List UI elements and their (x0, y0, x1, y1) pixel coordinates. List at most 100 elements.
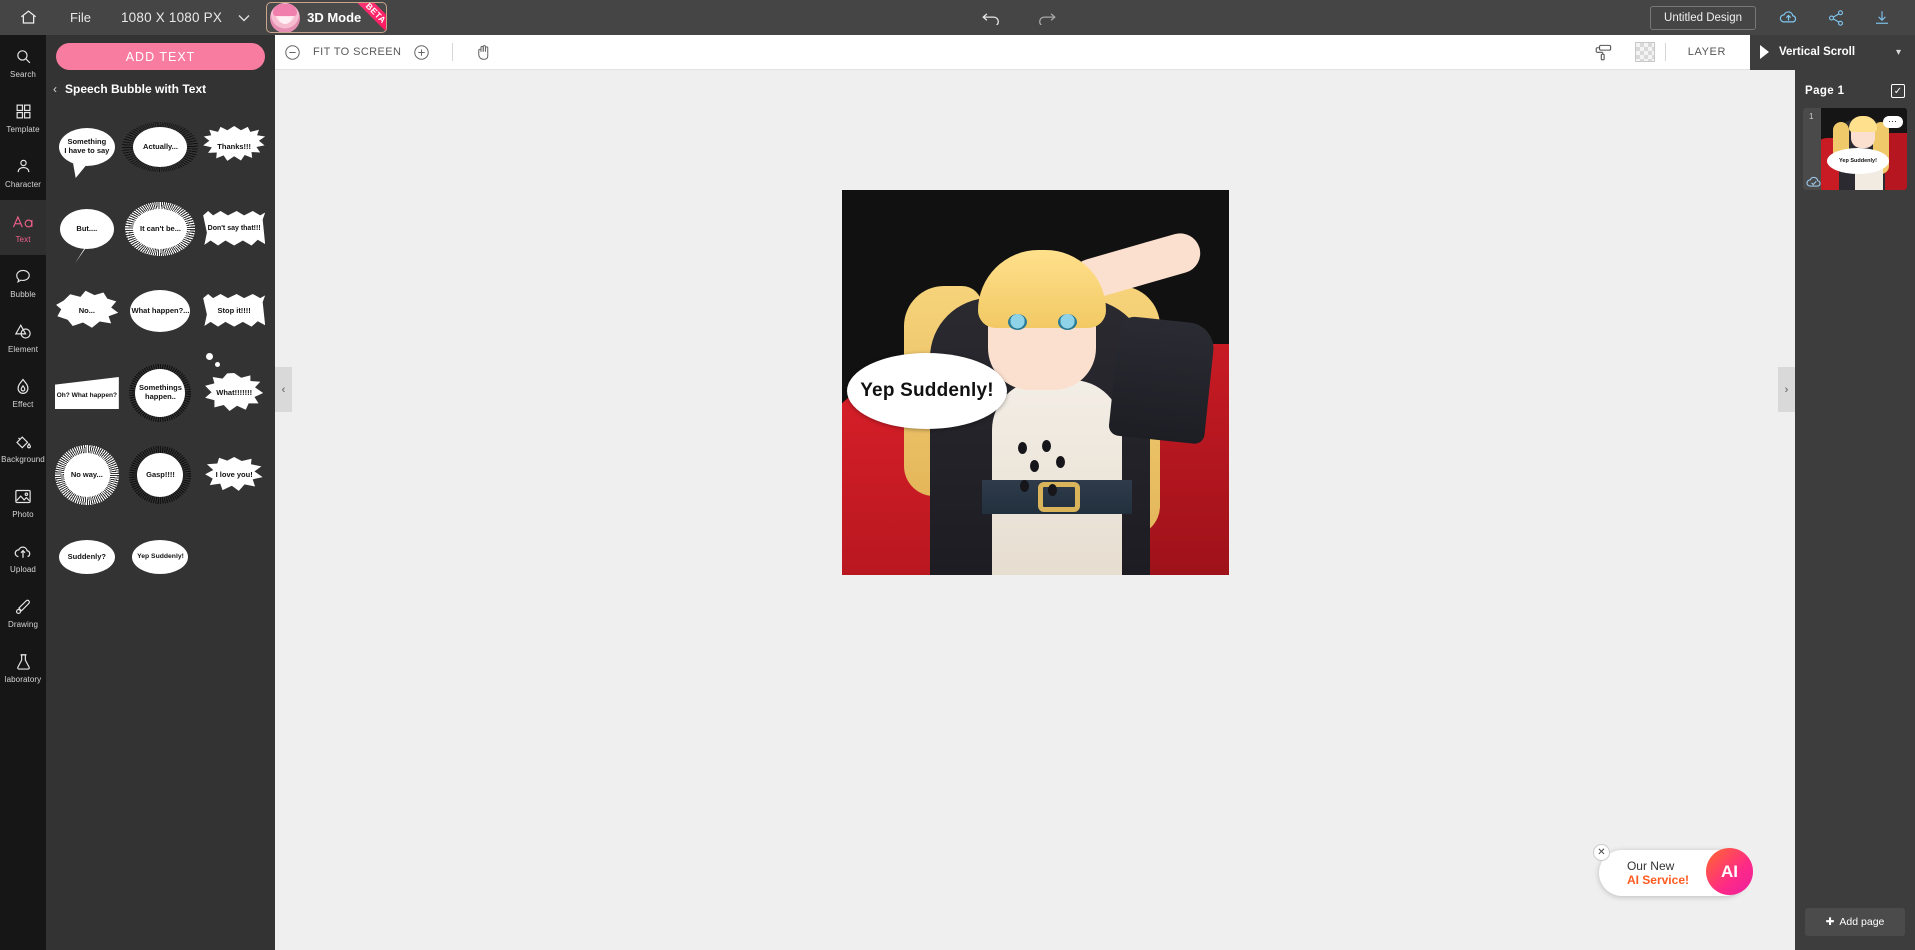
cloud-upload-icon[interactable] (1778, 10, 1799, 25)
bubble-item-4[interactable]: It can't be... (124, 188, 198, 270)
panel-title: Speech Bubble with Text (65, 82, 207, 96)
sidebar-label-laboratory: laboratory (4, 674, 42, 684)
bubble-item-11[interactable]: What!!!!!!! (197, 352, 271, 434)
paint-roller-icon[interactable] (1594, 43, 1613, 62)
home-icon (19, 8, 38, 27)
panel-collapse-right[interactable]: › (1778, 367, 1795, 412)
panel-collapse-left[interactable]: ‹ (275, 367, 292, 412)
download-icon[interactable] (1873, 9, 1891, 27)
bubble-shape-cloud-blob: No... (56, 290, 119, 328)
bubble-item-9[interactable]: Oh? What happen? (50, 352, 124, 434)
chevron-left-icon[interactable]: ‹ (53, 82, 57, 96)
undo-icon[interactable] (980, 11, 1002, 25)
scroll-mode-select[interactable]: Vertical Scroll ▾ (1750, 34, 1915, 70)
top-toolbar: File 1080 X 1080 PX 3D Mode BETA Untitle… (0, 0, 1915, 35)
costume-dots (1016, 440, 1096, 500)
bubble-label: Gasp!!!! (146, 469, 175, 479)
sidebar-item-drawing[interactable]: Drawing (0, 585, 46, 640)
sidebar-item-search[interactable]: Search (0, 35, 46, 90)
bubble-label: Oh? What happen? (56, 391, 118, 399)
bubble-item-0[interactable]: Something I have to say (50, 106, 124, 188)
sidebar-label-element: Element (7, 344, 39, 354)
bubble-grid: Something I have to say Actually... Than… (46, 102, 275, 598)
artboard[interactable]: Yep Suddenly! (842, 190, 1229, 575)
home-button[interactable] (0, 8, 56, 27)
add-text-button[interactable]: ADD TEXT (56, 43, 265, 70)
bubble-item-14[interactable]: I love you! (197, 434, 271, 516)
bubble-panel: ADD TEXT ‹ Speech Bubble with Text Somet… (46, 35, 275, 950)
character-sleeve (1107, 315, 1217, 445)
canvas-size-value[interactable]: 1080 X 1080 PX (105, 10, 228, 25)
sidebar-item-element[interactable]: Element (0, 310, 46, 365)
ai-promo-line2: AI Service! (1626, 873, 1689, 887)
bubble-item-7[interactable]: What happen?... (124, 270, 221, 367)
bubble-item-15[interactable]: Suddenly? (50, 516, 124, 598)
file-menu[interactable]: File (56, 10, 105, 25)
sidebar-item-bubble[interactable]: Bubble (0, 255, 46, 310)
transparency-swatch[interactable] (1634, 42, 1655, 62)
canvas-toolbar-right: LAYER Vertical Scroll ▾ (1594, 34, 1915, 70)
ai-badge[interactable]: AI (1706, 848, 1753, 895)
divider (452, 43, 454, 61)
left-rail: Search Template Character Text Bubble El… (0, 35, 46, 950)
pen-icon (14, 597, 32, 617)
bubble-label: Something I have to say (64, 137, 110, 155)
bubble-item-10[interactable]: Somethings happen.. (124, 352, 198, 434)
bubble-item-16[interactable]: Yep Suddenly! (124, 516, 198, 598)
sidebar-item-laboratory[interactable]: laboratory (0, 640, 46, 695)
sidebar-item-character[interactable]: Character (0, 145, 46, 200)
plus-circle-icon[interactable] (413, 44, 430, 61)
chevron-down-icon[interactable] (228, 14, 258, 22)
play-icon[interactable] (1760, 45, 1769, 59)
share-icon[interactable] (1827, 9, 1845, 27)
hand-tool-icon[interactable] (475, 43, 493, 62)
sidebar-item-text[interactable]: Text (0, 200, 46, 255)
ai-promo-widget[interactable]: Our New AI Service! ✕ AI (1592, 844, 1753, 898)
history-controls (980, 11, 1058, 25)
layer-button[interactable]: LAYER (1676, 46, 1750, 58)
sidebar-item-photo[interactable]: Photo (0, 475, 46, 530)
canvas-bubble-text: Yep Suddenly! (860, 380, 994, 401)
canvas-toolbar: FIT TO SCREEN LAYER Vertical Scroll ▾ (275, 34, 1915, 70)
bubble-item-1[interactable]: Actually... (122, 106, 199, 188)
topbar-actions (1778, 9, 1891, 27)
3d-mode-button[interactable]: 3D Mode BETA (266, 2, 388, 33)
sidebar-item-effect[interactable]: Effect (0, 365, 46, 420)
sidebar-item-upload[interactable]: Upload (0, 530, 46, 585)
sidebar-label-bubble: Bubble (10, 289, 36, 299)
more-dots-icon[interactable]: ⋯ (1883, 116, 1903, 128)
chevron-right-icon: › (1784, 383, 1789, 396)
bubble-shape-spiky-burst: Thanks!!! (203, 126, 266, 161)
cloud-check-icon (1805, 175, 1823, 188)
sidebar-item-template[interactable]: Template (0, 90, 46, 145)
panel-header: ‹ Speech Bubble with Text (46, 70, 275, 102)
design-title[interactable]: Untitled Design (1650, 5, 1757, 30)
bubble-item-3[interactable]: But.... (50, 188, 124, 270)
redo-icon[interactable] (1036, 11, 1058, 25)
bubble-item-12[interactable]: No way... (50, 434, 124, 516)
minus-circle-icon[interactable] (284, 44, 301, 61)
bubble-item-13[interactable]: Gasp!!!! (124, 434, 198, 516)
thumbnail-image: ⋯ Yep Suddenly! (1821, 108, 1907, 190)
sidebar-label-background: Background (1, 454, 45, 464)
add-page-button[interactable]: ✚ Add page (1805, 908, 1905, 936)
check-icon[interactable]: ✓ (1891, 84, 1905, 98)
zoom-level-label[interactable]: FIT TO SCREEN (313, 46, 401, 58)
bubble-item-6[interactable]: No... (50, 270, 124, 352)
canvas-speech-bubble[interactable]: Yep Suddenly! (847, 353, 1007, 429)
close-icon[interactable]: ✕ (1592, 844, 1610, 861)
bubble-shape-star-burst-tail: I love you! (205, 457, 263, 491)
chevron-down-icon[interactable]: ▾ (1896, 47, 1901, 58)
bubble-label: Somethings happen.. (139, 383, 182, 401)
sidebar-item-background[interactable]: Background (0, 420, 46, 475)
bubble-item-8[interactable]: Stop it!!!! (197, 270, 271, 352)
bubble-label: Suddenly? (67, 551, 106, 561)
text-aa-icon (12, 212, 34, 232)
flask-icon (15, 652, 32, 672)
bubble-item-5[interactable]: Don't say that!!! (197, 188, 271, 270)
bubble-item-2[interactable]: Thanks!!! (197, 106, 271, 188)
canvas-area[interactable]: ‹ › Yep Suddenly! (275, 70, 1915, 950)
page-title: Page 1 (1805, 85, 1845, 97)
bubble-label: I love you! (215, 469, 253, 479)
page-thumbnail[interactable]: 1 ⋯ Yep Suddenly! (1803, 108, 1907, 190)
